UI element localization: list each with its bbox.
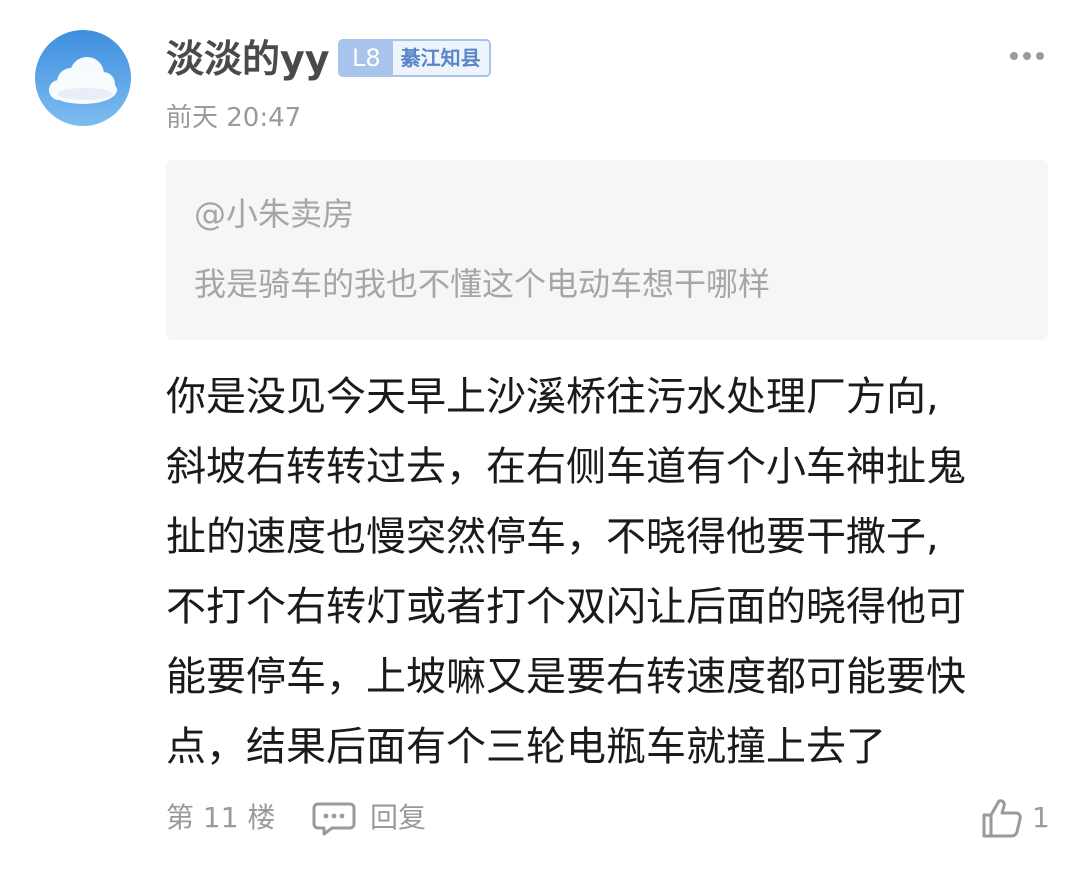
thumbs-up-icon [982,799,1022,838]
level-badge: L8 綦江知县 [338,39,491,77]
like-count: 1 [1032,801,1050,834]
comment-bubble-icon [312,802,356,836]
username[interactable]: 淡淡的yy [166,34,330,84]
cloud-avatar-icon [35,30,131,126]
reply-button[interactable]: 回复 [312,796,426,840]
quoted-text: 我是骑车的我也不懂这个电动车想干哪样 [194,265,771,303]
comment-line: 你是没见今天早上沙溪桥往污水处理厂方向, [166,374,939,420]
region-title: 綦江知县 [392,41,489,75]
quoted-user-mention[interactable]: @小朱卖房 [194,192,354,236]
reply-label: 回复 [370,801,427,834]
comment-footer: 第 11 楼 回复 1 [166,796,1056,840]
comment-line: 扯的速度也慢突然停车，不晓得他要干撒子, [166,514,939,560]
comment-timestamp: 前天 20:47 [166,103,302,133]
floor-number: 第 11 楼 [166,801,276,834]
comment-line: 斜坡右转转过去，在右侧车道有个小车神扯鬼 [166,444,966,490]
quoted-comment[interactable]: @小朱卖房 我是骑车的我也不懂这个电动车想干哪样 [166,160,1048,340]
comment-body: 你是没见今天早上沙溪桥往污水处理厂方向, 斜坡右转转过去，在右侧车道有个小车神扯… [166,362,1051,782]
like-button[interactable]: 1 [980,796,1050,840]
comment-line: 能要停车，上坡嘛又是要右转速度都可能要快 [166,654,966,700]
comment-line: 点，结果后面有个三轮电瓶车就撞上去了 [166,724,886,770]
more-options-icon[interactable] [1010,46,1044,66]
comment-line: 不打个右转灯或者打个双闪让后面的晓得他可 [166,584,966,630]
user-level: L8 [340,41,393,75]
user-avatar[interactable] [35,30,131,126]
